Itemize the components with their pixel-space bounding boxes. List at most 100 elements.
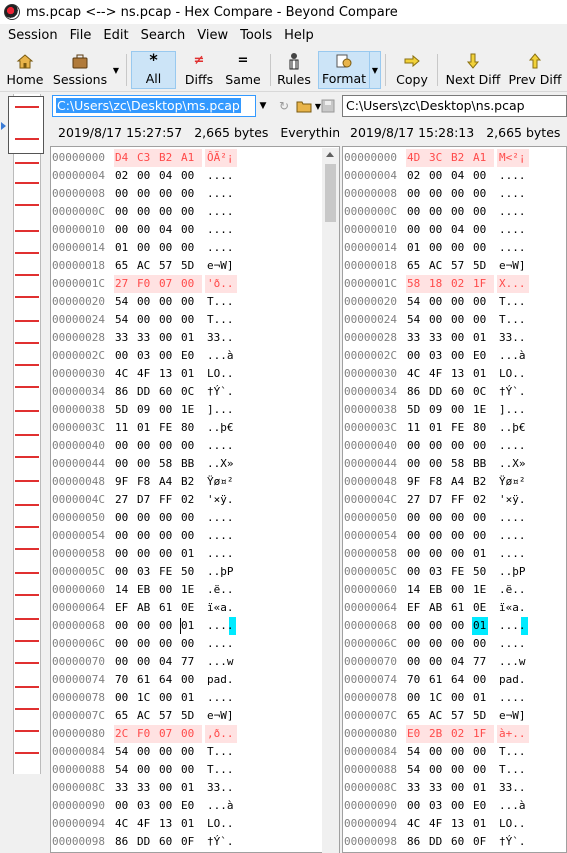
hex-row[interactable]: 0000006C 00 00 00 00.... bbox=[343, 635, 563, 653]
ascii-text[interactable]: 33.. bbox=[499, 779, 547, 797]
hex-byte[interactable]: 00 bbox=[115, 653, 129, 671]
hex-byte[interactable]: FF bbox=[159, 491, 173, 509]
hex-byte[interactable]: 00 bbox=[473, 293, 487, 311]
hex-byte[interactable]: 54 bbox=[115, 311, 129, 329]
hex-byte[interactable]: 00 bbox=[159, 527, 173, 545]
hex-byte[interactable]: 01 bbox=[429, 419, 443, 437]
hex-row[interactable]: 00000038 5D 09 00 1E]... bbox=[51, 401, 271, 419]
hex-byte[interactable]: 58 bbox=[407, 275, 421, 293]
hex-byte[interactable]: 5D bbox=[473, 257, 487, 275]
hex-byte[interactable]: 77 bbox=[181, 653, 195, 671]
hex-byte[interactable]: 54 bbox=[115, 761, 129, 779]
hex-byte[interactable]: 0F bbox=[473, 833, 487, 851]
hex-byte[interactable]: DD bbox=[137, 383, 151, 401]
hex-byte[interactable]: FE bbox=[159, 419, 173, 437]
hex-byte[interactable]: 00 bbox=[159, 797, 173, 815]
hex-byte[interactable]: 00 bbox=[115, 797, 129, 815]
hex-byte[interactable]: 1F bbox=[473, 275, 487, 293]
difference-overview[interactable] bbox=[0, 94, 50, 853]
hex-byte[interactable]: 58 bbox=[451, 455, 465, 473]
hex-byte[interactable]: 07 bbox=[159, 275, 173, 293]
ascii-text[interactable]: ,ð.. bbox=[207, 725, 255, 743]
hex-row[interactable]: 00000068 00 00 00 01.... bbox=[51, 617, 271, 635]
hex-row[interactable]: 0000001C 27 F0 07 00 'ð.. bbox=[51, 275, 271, 293]
hex-row[interactable]: 00000010 00 00 04 00.... bbox=[343, 221, 563, 239]
hex-byte[interactable]: 00 bbox=[451, 617, 465, 635]
hex-byte[interactable]: 00 bbox=[137, 311, 151, 329]
hex-row[interactable]: 00000080 E0 2B 02 1F à+.. bbox=[343, 725, 563, 743]
hex-byte[interactable]: 65 bbox=[407, 707, 421, 725]
hex-byte[interactable]: 00 bbox=[429, 455, 443, 473]
hex-byte[interactable]: 00 bbox=[137, 167, 151, 185]
hex-byte[interactable]: 04 bbox=[159, 221, 173, 239]
hex-byte[interactable]: 02 bbox=[451, 725, 465, 743]
hex-byte[interactable]: 00 bbox=[407, 347, 421, 365]
hex-byte[interactable]: B2 bbox=[451, 149, 465, 167]
hex-byte[interactable]: 01 bbox=[181, 815, 195, 833]
ascii-text[interactable]: LO.. bbox=[499, 815, 547, 833]
hex-byte[interactable]: 3C bbox=[429, 149, 443, 167]
hex-byte[interactable]: 00 bbox=[451, 581, 465, 599]
hex-byte[interactable]: 04 bbox=[159, 167, 173, 185]
hex-byte[interactable]: 00 bbox=[473, 221, 487, 239]
hex-byte[interactable]: 00 bbox=[159, 581, 173, 599]
hex-byte[interactable]: 61 bbox=[451, 599, 465, 617]
ascii-text[interactable]: ..þ€ bbox=[207, 419, 255, 437]
hex-byte[interactable]: 57 bbox=[451, 707, 465, 725]
hex-row[interactable]: 00000090 00 03 00 E0 ...à bbox=[343, 797, 563, 815]
ascii-text[interactable]: M<²¡ bbox=[499, 149, 547, 167]
hex-byte[interactable]: 14 bbox=[115, 581, 129, 599]
ascii-text[interactable]: .... bbox=[207, 617, 255, 635]
ascii-text[interactable]: ÔÃ²¡ bbox=[207, 149, 255, 167]
hex-byte[interactable]: 00 bbox=[429, 311, 443, 329]
hex-byte[interactable]: 00 bbox=[451, 761, 465, 779]
hex-byte[interactable]: 4F bbox=[429, 365, 443, 383]
hex-byte[interactable]: 07 bbox=[159, 725, 173, 743]
hex-byte[interactable]: 00 bbox=[429, 185, 443, 203]
copy-button[interactable]: Copy bbox=[392, 51, 432, 89]
hex-byte[interactable]: 00 bbox=[473, 203, 487, 221]
hex-byte[interactable]: 00 bbox=[181, 437, 195, 455]
hex-row[interactable]: 00000034 86 DD 60 0C †Ý`. bbox=[51, 383, 271, 401]
hex-byte[interactable]: 00 bbox=[473, 185, 487, 203]
hex-byte[interactable]: 33 bbox=[407, 329, 421, 347]
hex-row[interactable]: 00000094 4C 4F 13 01 LO.. bbox=[51, 815, 271, 833]
hex-byte[interactable]: 00 bbox=[473, 239, 487, 257]
hex-row[interactable]: 00000064 EF AB 61 0E ï«a. bbox=[343, 599, 563, 617]
hex-row[interactable]: 00000044 00 00 58 BB ..X» bbox=[51, 455, 271, 473]
hex-byte[interactable]: 4F bbox=[137, 815, 151, 833]
hex-byte[interactable]: E0 bbox=[473, 797, 487, 815]
hex-byte[interactable]: 00 bbox=[407, 203, 421, 221]
hex-row[interactable]: 00000088 54 00 00 00 T... bbox=[343, 761, 563, 779]
hex-row[interactable]: 0000002C 00 03 00 E0 ...à bbox=[51, 347, 271, 365]
hex-byte[interactable]: 9F bbox=[407, 473, 421, 491]
hex-row[interactable]: 0000006C 00 00 00 00.... bbox=[51, 635, 271, 653]
hex-byte[interactable]: 00 bbox=[451, 743, 465, 761]
ascii-text[interactable]: ]... bbox=[207, 401, 255, 419]
hex-row[interactable]: 00000024 54 00 00 00 T... bbox=[51, 311, 271, 329]
hex-byte[interactable]: 01 bbox=[473, 545, 487, 563]
hex-byte[interactable]: 03 bbox=[429, 563, 443, 581]
ascii-text[interactable]: pad. bbox=[499, 671, 547, 689]
hex-byte[interactable]: 04 bbox=[451, 167, 465, 185]
hex-byte[interactable]: 70 bbox=[407, 671, 421, 689]
hex-byte[interactable]: 0C bbox=[473, 383, 487, 401]
hex-byte[interactable]: 00 bbox=[407, 185, 421, 203]
ascii-text[interactable]: ï«a. bbox=[499, 599, 547, 617]
hex-byte[interactable]: 00 bbox=[429, 743, 443, 761]
hex-byte[interactable]: 1F bbox=[473, 725, 487, 743]
hex-row[interactable]: 00000054 00 00 00 00.... bbox=[51, 527, 271, 545]
hex-byte[interactable]: 00 bbox=[137, 653, 151, 671]
menu-session[interactable]: Session bbox=[0, 25, 64, 47]
hex-row[interactable]: 00000018 65 AC 57 5D e¬W] bbox=[51, 257, 271, 275]
hex-row[interactable]: 00000050 00 00 00 00.... bbox=[343, 509, 563, 527]
hex-byte[interactable]: E0 bbox=[407, 725, 421, 743]
hex-row[interactable]: 00000088 54 00 00 00 T... bbox=[51, 761, 271, 779]
hex-byte[interactable]: 50 bbox=[181, 563, 195, 581]
hex-row[interactable]: 00000020 54 00 00 00 T... bbox=[343, 293, 563, 311]
hex-byte[interactable]: 86 bbox=[407, 833, 421, 851]
hex-byte[interactable]: 00 bbox=[451, 329, 465, 347]
format-dropdown-icon[interactable]: ▼ bbox=[369, 51, 381, 89]
ascii-text[interactable]: .... bbox=[499, 185, 547, 203]
hex-byte[interactable]: 00 bbox=[115, 185, 129, 203]
